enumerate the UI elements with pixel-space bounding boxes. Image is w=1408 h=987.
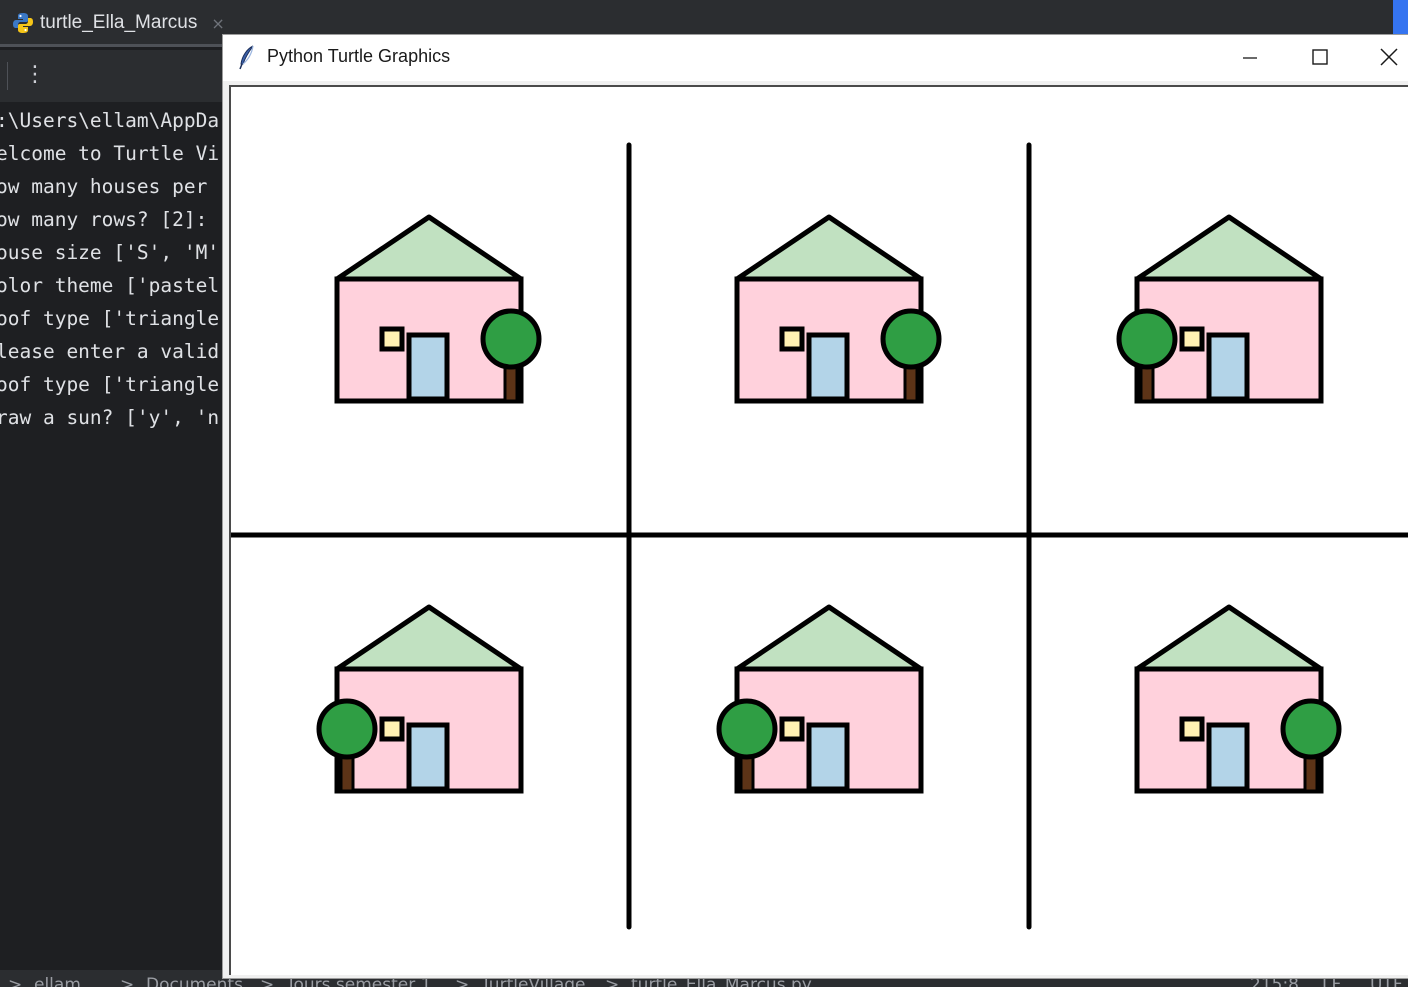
run-toolbar: ⋮ xyxy=(0,50,230,102)
python-file-icon xyxy=(13,13,33,33)
minimize-icon xyxy=(1243,57,1257,59)
maximize-icon xyxy=(1312,49,1328,65)
tab-close-icon[interactable]: × xyxy=(211,14,224,33)
turtle-canvas[interactable] xyxy=(231,87,1408,975)
tree-leaves xyxy=(316,698,378,760)
house-roof xyxy=(1134,604,1324,672)
close-button[interactable] xyxy=(1365,35,1408,81)
feather-icon xyxy=(239,45,254,70)
tree-leaves xyxy=(1116,308,1178,370)
editor-tab[interactable]: turtle_Ella_Marcus × xyxy=(0,0,248,46)
console-output[interactable]: :\Users\ellam\AppDa elcome to Turtle Vi ow… xyxy=(0,104,230,964)
breadcrumb-separator: > xyxy=(8,975,23,987)
turtle-canvas-frame xyxy=(229,85,1408,975)
window-title-bar[interactable]: Python Turtle Graphics xyxy=(223,35,1408,81)
house-door xyxy=(806,332,850,402)
house-roof xyxy=(734,604,924,672)
tree-leaves xyxy=(880,308,942,370)
house-door xyxy=(406,332,450,402)
console-line: oof type ['triangle xyxy=(0,373,220,396)
house-window xyxy=(779,716,805,742)
house-window xyxy=(379,716,405,742)
house-window xyxy=(779,326,805,352)
house-door xyxy=(406,722,450,792)
close-icon xyxy=(1380,48,1398,66)
window-accent-edge xyxy=(1393,0,1408,34)
minimize-button[interactable] xyxy=(1225,35,1271,81)
console-line: olor theme ['pastel xyxy=(0,274,220,297)
tab-title: turtle_Ella_Marcus xyxy=(40,12,198,33)
console-line: oof type ['triangle xyxy=(0,307,220,330)
house-roof xyxy=(334,214,524,282)
console-line: ow many houses per xyxy=(0,175,220,198)
console-line: raw a sun? ['y', 'n xyxy=(0,406,220,429)
turtle-graphics-window: Python Turtle Graphics xyxy=(222,34,1408,979)
console-line: ow many rows? [2]: xyxy=(0,208,220,231)
house-door xyxy=(1206,332,1250,402)
maximize-button[interactable] xyxy=(1295,35,1341,81)
house-roof xyxy=(1134,214,1324,282)
tree-leaves xyxy=(1280,698,1342,760)
tree-leaves xyxy=(716,698,778,760)
house-window xyxy=(1179,326,1205,352)
console-line: :\Users\ellam\AppDa xyxy=(0,109,220,132)
console-line: lease enter a valid xyxy=(0,340,220,363)
breadcrumb-separator: > xyxy=(120,975,135,987)
house-roof xyxy=(734,214,924,282)
console-line: ouse size ['S', 'M' xyxy=(0,241,220,264)
toolbar-separator xyxy=(7,62,8,90)
active-tab-indicator xyxy=(0,44,248,47)
house-window xyxy=(1179,716,1205,742)
breadcrumb-item[interactable]: ellam xyxy=(34,975,81,987)
tree-leaves xyxy=(480,308,542,370)
house-roof xyxy=(334,604,524,672)
console-line: elcome to Turtle Vi xyxy=(0,142,220,165)
house-door xyxy=(806,722,850,792)
more-options-icon[interactable]: ⋮ xyxy=(24,62,46,88)
house-door xyxy=(1206,722,1250,792)
house-window xyxy=(379,326,405,352)
window-title: Python Turtle Graphics xyxy=(267,46,451,66)
